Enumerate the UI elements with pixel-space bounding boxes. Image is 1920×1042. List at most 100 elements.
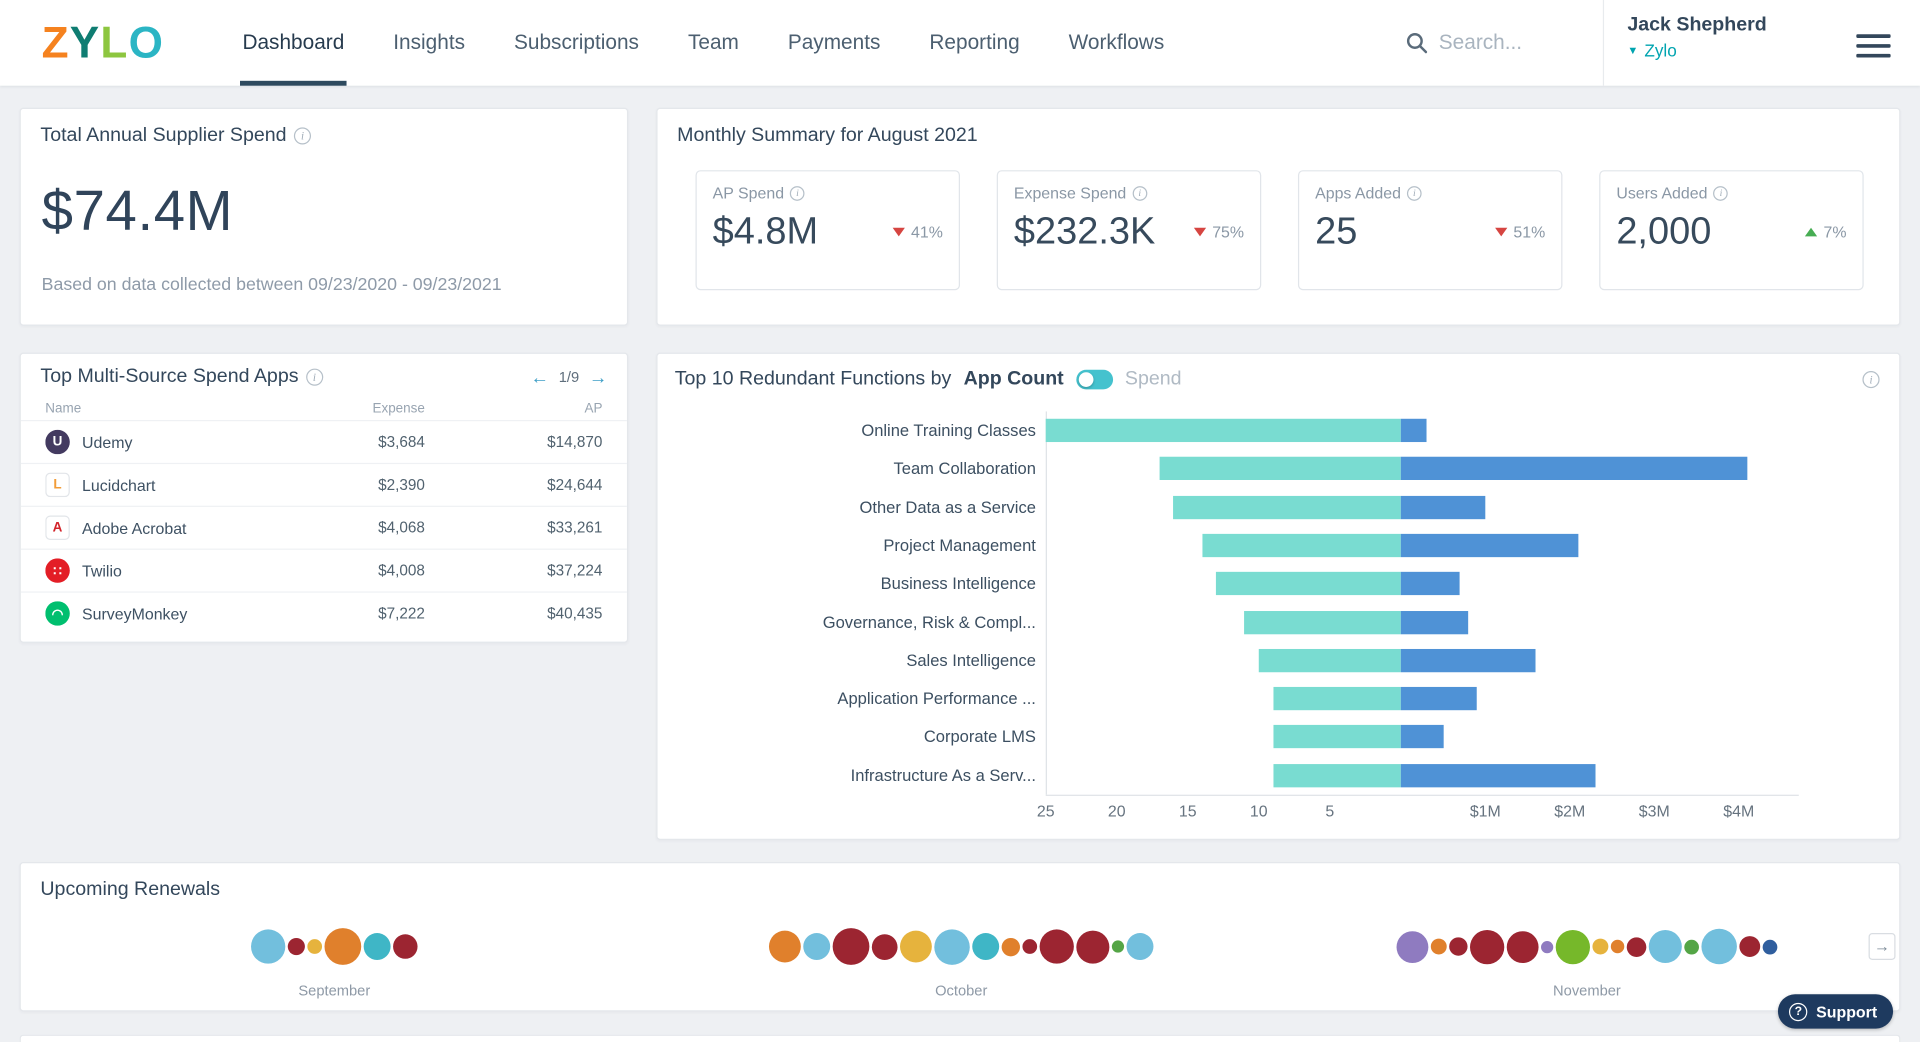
- info-icon[interactable]: i: [1714, 186, 1729, 201]
- bar-spend[interactable]: [1401, 457, 1747, 480]
- prev-page-arrow[interactable]: ←: [531, 368, 549, 386]
- renewal-bubble[interactable]: [393, 934, 417, 958]
- renewal-bubble[interactable]: [307, 939, 322, 954]
- bar-app-count[interactable]: [1273, 687, 1401, 710]
- support-button[interactable]: ? Support: [1778, 994, 1893, 1028]
- bar-app-count[interactable]: [1202, 534, 1401, 557]
- renewal-bubble[interactable]: [1701, 929, 1737, 965]
- renewal-bubble[interactable]: [833, 928, 870, 965]
- renewal-bubble[interactable]: [1627, 937, 1647, 957]
- renewal-bubble[interactable]: [1040, 929, 1074, 963]
- renewal-bubble[interactable]: [972, 933, 999, 960]
- info-icon[interactable]: i: [306, 369, 323, 386]
- renewal-bubble[interactable]: [1541, 940, 1553, 952]
- stat-value: 2,000: [1616, 209, 1711, 253]
- bar-app-count[interactable]: [1273, 725, 1401, 748]
- stat-label-text: AP Spend: [713, 184, 784, 202]
- renewal-bubble[interactable]: [1649, 930, 1682, 963]
- renewal-bubble[interactable]: [1739, 936, 1760, 957]
- hamburger-menu-icon[interactable]: [1856, 34, 1890, 63]
- renewal-bubble[interactable]: [251, 929, 285, 963]
- nav-item-payments[interactable]: Payments: [763, 0, 905, 86]
- info-icon[interactable]: i: [1407, 186, 1422, 201]
- bar-spend[interactable]: [1401, 419, 1426, 442]
- stat-label-text: Users Added: [1616, 184, 1707, 202]
- bar-app-count[interactable]: [1046, 419, 1401, 442]
- renewal-bubble[interactable]: [1076, 930, 1109, 963]
- bar-app-count[interactable]: [1259, 649, 1401, 672]
- app-name: Udemy: [82, 433, 132, 451]
- renewal-bubble[interactable]: [1127, 933, 1154, 960]
- renewal-month-group: [1397, 929, 1778, 965]
- bar-spend[interactable]: [1401, 572, 1460, 595]
- user-name: Jack Shepherd: [1627, 15, 1766, 37]
- bar-spend[interactable]: [1401, 687, 1477, 710]
- search-icon[interactable]: [1406, 32, 1428, 54]
- monthly-summary-card: Monthly Summary for August 2021 AP Spend…: [656, 108, 1900, 326]
- renewal-bubble[interactable]: [769, 931, 801, 963]
- chart-category-label: Project Management: [658, 526, 1036, 564]
- next-arrow-button[interactable]: →: [1869, 933, 1896, 960]
- table-row[interactable]: AAdobe Acrobat$4,068$33,261: [21, 506, 627, 549]
- global-search: [1406, 0, 1576, 86]
- bar-spend[interactable]: [1401, 534, 1578, 557]
- bar-app-count[interactable]: [1245, 610, 1401, 633]
- bar-app-count[interactable]: [1273, 764, 1401, 787]
- table-row[interactable]: ◠SurveyMonkey$7,222$40,435: [21, 591, 627, 634]
- nav-item-dashboard[interactable]: Dashboard: [218, 0, 369, 86]
- table-row[interactable]: ∷Twilio$4,008$37,224: [21, 549, 627, 592]
- renewal-bubble[interactable]: [1507, 931, 1539, 963]
- table-row[interactable]: LLucidchart$2,390$24,644: [21, 463, 627, 506]
- bar-spend[interactable]: [1401, 725, 1443, 748]
- renewal-bubble[interactable]: [803, 933, 830, 960]
- stat-value: $4.8M: [713, 209, 819, 253]
- zylo-logo[interactable]: ZYLO: [42, 17, 164, 68]
- app-name-cell: LLucidchart: [45, 473, 290, 497]
- renewal-bubble[interactable]: [1397, 931, 1429, 963]
- user-menu[interactable]: Jack Shepherd ▼ Zylo: [1627, 15, 1766, 60]
- nav-item-subscriptions[interactable]: Subscriptions: [490, 0, 664, 86]
- renewal-bubble[interactable]: [1763, 939, 1778, 954]
- renewal-bubble[interactable]: [1449, 937, 1467, 955]
- month-label: September: [298, 982, 370, 999]
- info-icon[interactable]: i: [1132, 186, 1147, 201]
- renewal-bubble[interactable]: [1611, 940, 1624, 953]
- bar-spend[interactable]: [1401, 764, 1595, 787]
- nav-item-reporting[interactable]: Reporting: [905, 0, 1044, 86]
- info-icon[interactable]: i: [294, 127, 311, 144]
- renewal-bubble[interactable]: [1431, 939, 1447, 955]
- stat-delta: 75%: [1194, 222, 1244, 240]
- bar-spend[interactable]: [1401, 649, 1536, 672]
- renewal-bubble[interactable]: [288, 938, 305, 955]
- bar-spend[interactable]: [1401, 495, 1485, 518]
- info-icon[interactable]: i: [790, 186, 805, 201]
- search-input[interactable]: [1439, 31, 1576, 55]
- next-page-arrow[interactable]: →: [589, 368, 607, 386]
- nav-item-insights[interactable]: Insights: [369, 0, 490, 86]
- renewal-bubble[interactable]: [1556, 929, 1590, 963]
- renewal-bubble[interactable]: [900, 931, 932, 963]
- renewal-bubble[interactable]: [1112, 940, 1124, 952]
- bar-app-count[interactable]: [1159, 457, 1400, 480]
- chart-category-label: Other Data as a Service: [658, 488, 1036, 526]
- renewal-bubble[interactable]: [1002, 937, 1020, 955]
- logo-letter: Y: [70, 17, 101, 68]
- bar-app-count[interactable]: [1174, 495, 1401, 518]
- stat-delta: 7%: [1805, 222, 1846, 240]
- bar-app-count[interactable]: [1216, 572, 1401, 595]
- nav-item-workflows[interactable]: Workflows: [1044, 0, 1189, 86]
- nav-item-team[interactable]: Team: [663, 0, 763, 86]
- renewal-bubble[interactable]: [324, 928, 361, 965]
- org-switcher[interactable]: ▼ Zylo: [1627, 40, 1766, 60]
- renewal-bubble[interactable]: [1022, 939, 1037, 954]
- renewal-bubble[interactable]: [1592, 939, 1608, 955]
- app-name: SurveyMonkey: [82, 604, 187, 622]
- renewal-bubble[interactable]: [872, 934, 898, 960]
- renewal-bubble[interactable]: [1470, 929, 1504, 963]
- renewal-bubble[interactable]: [364, 933, 391, 960]
- table-row[interactable]: UUdemy$3,684$14,870: [21, 420, 627, 463]
- apps-table-body: UUdemy$3,684$14,870LLucidchart$2,390$24,…: [21, 420, 627, 634]
- renewal-bubble[interactable]: [1684, 939, 1699, 954]
- bar-spend[interactable]: [1401, 610, 1469, 633]
- renewal-bubble[interactable]: [934, 929, 970, 965]
